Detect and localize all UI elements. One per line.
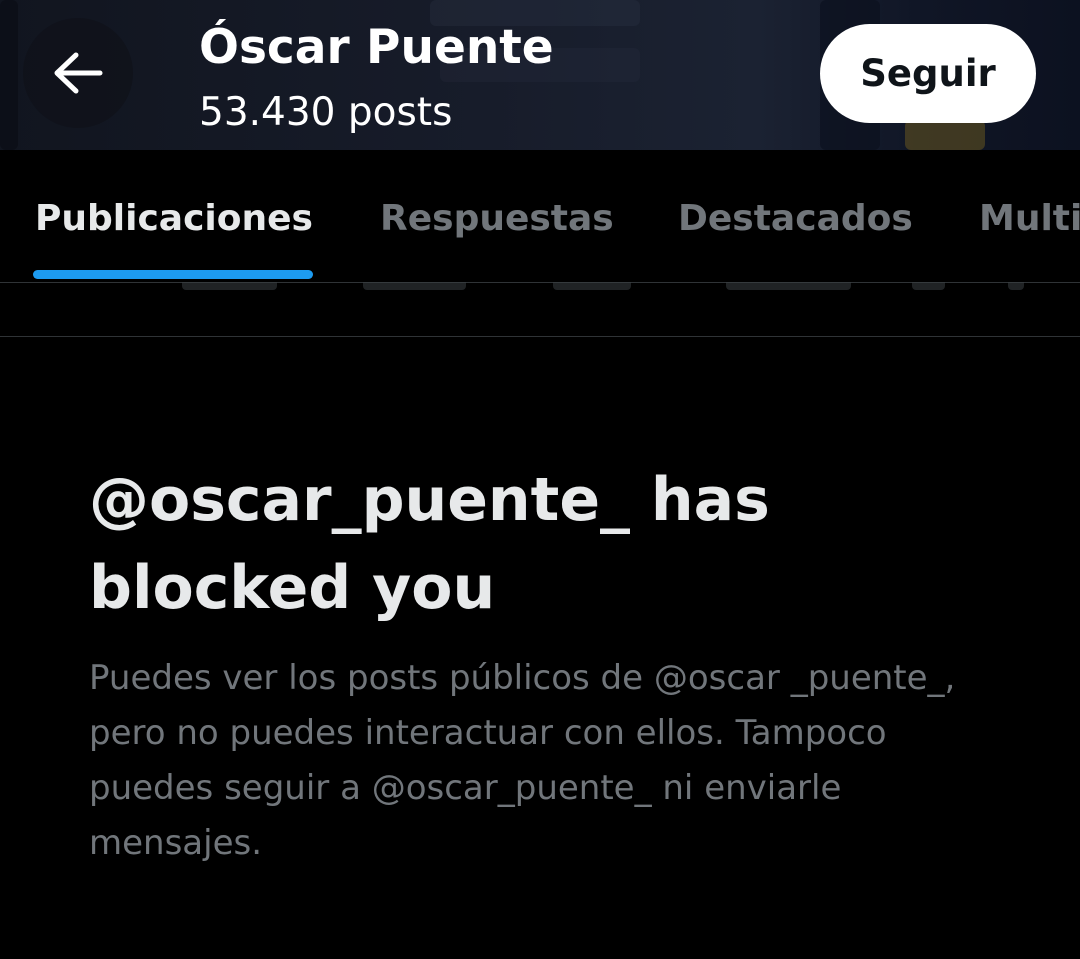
repost-action-partial: [363, 282, 466, 290]
profile-header: Óscar Puente 53.430 posts Seguir: [0, 0, 1080, 150]
profile-screen: Óscar Puente 53.430 posts Seguir Publica…: [0, 0, 1080, 959]
post-actions-row-partial: [0, 282, 1080, 337]
profile-name: Óscar Puente: [199, 20, 554, 75]
share-action-partial: [1008, 282, 1024, 290]
tab-multimedia[interactable]: Multi: [979, 192, 1080, 246]
like-action-partial: [553, 282, 631, 290]
views-action-partial: [726, 282, 851, 290]
tab-destacados[interactable]: Destacados: [678, 192, 913, 246]
back-button[interactable]: [23, 18, 133, 128]
active-tab-indicator: [33, 270, 313, 279]
bookmark-action-partial: [912, 282, 945, 290]
tab-publicaciones[interactable]: Publicaciones: [35, 192, 313, 246]
arrow-left-icon: [52, 51, 104, 95]
profile-tabs: Publicaciones Respuestas Destacados Mult…: [0, 150, 1080, 283]
follow-button[interactable]: Seguir: [820, 24, 1036, 123]
banner-image: [0, 0, 18, 150]
banner-detail: [905, 120, 985, 150]
blocked-description: Puedes ver los posts públicos de @oscar …: [89, 658, 956, 863]
post-count: 53.430 posts: [199, 90, 453, 135]
tab-respuestas[interactable]: Respuestas: [380, 192, 614, 246]
reply-action-partial: [182, 282, 277, 290]
blocked-heading: @oscar_puente_ has blocked you: [89, 465, 770, 623]
